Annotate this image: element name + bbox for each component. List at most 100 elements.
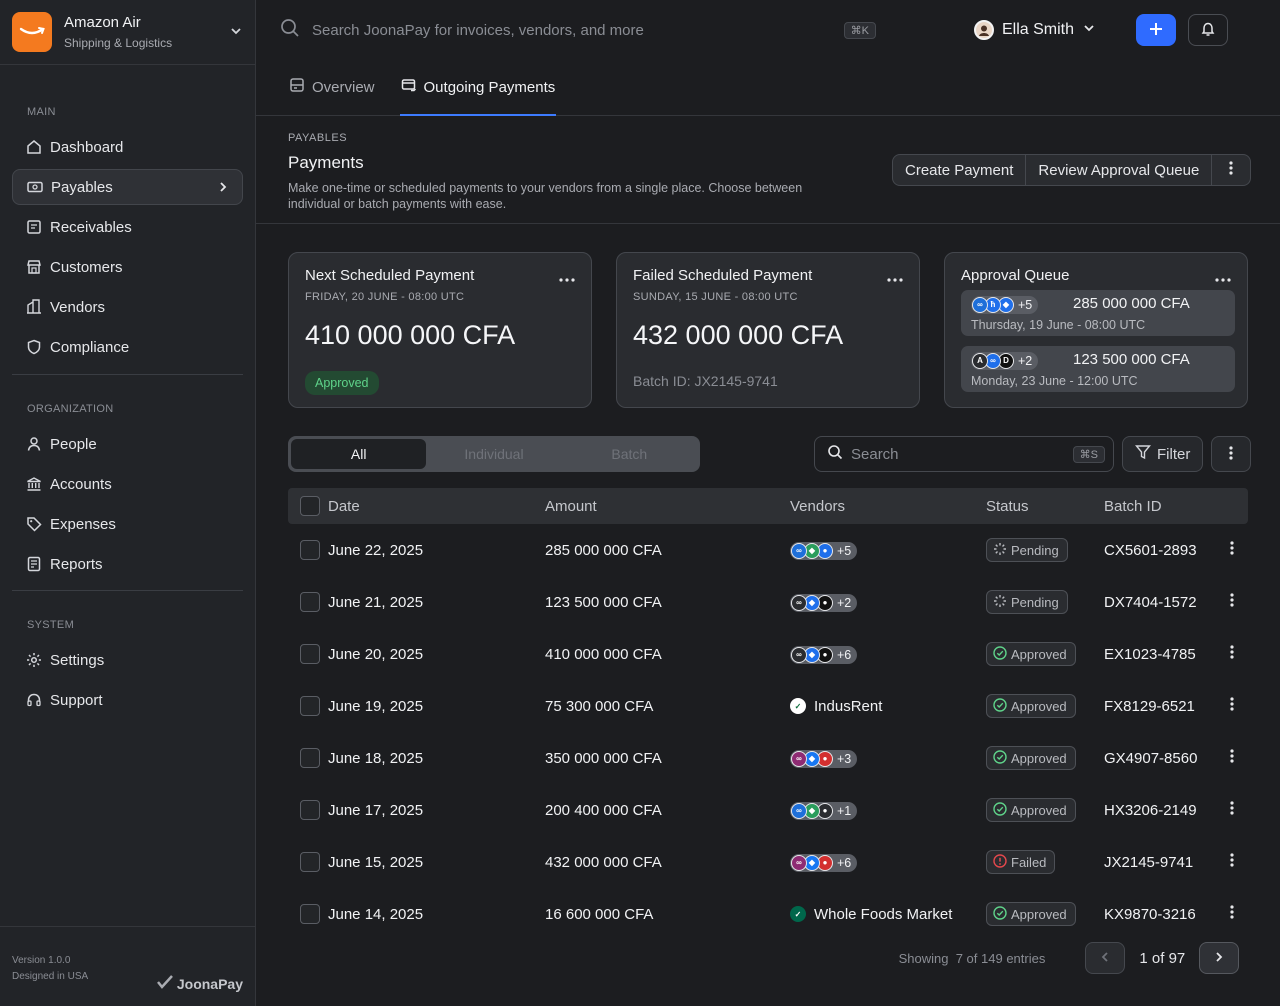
cell-date: June 15, 2025 <box>328 853 424 871</box>
vendor-avatar: ∞ <box>791 542 807 559</box>
filter-button[interactable]: Filter <box>1122 436 1204 472</box>
sidebar-item-dashboard[interactable]: Dashboard <box>12 129 243 165</box>
sidebar-item-vendors[interactable]: Vendors <box>12 289 243 325</box>
table-row[interactable]: June 22, 2025 285 000 000 CFA ∞ ◆ ● +5 Pend… <box>288 524 1248 576</box>
notifications-button[interactable] <box>1188 14 1229 46</box>
sidebar-item-accounts[interactable]: Accounts <box>12 466 243 502</box>
vendor-avatars: ∞ ◆ ● +6 <box>790 853 858 872</box>
org-switcher[interactable]: Amazon Air Shipping & Logistics <box>0 0 255 65</box>
row-checkbox[interactable] <box>300 592 320 612</box>
brand-name: JoonaPay <box>176 975 243 992</box>
row-checkbox[interactable] <box>300 904 320 924</box>
sidebar-item-settings[interactable]: Settings <box>12 642 243 678</box>
table-row[interactable]: June 14, 2025 16 600 000 CFA ✓ Whole Foo… <box>288 888 1248 940</box>
row-checkbox[interactable] <box>300 540 320 560</box>
chevron-down-icon[interactable] <box>229 24 243 41</box>
table-row[interactable]: June 21, 2025 123 500 000 CFA ∞ ◆ ● +2 Pend… <box>288 576 1248 628</box>
row-more-button[interactable] <box>1216 540 1248 560</box>
segment-all[interactable]: All <box>291 439 427 469</box>
main-content: Search JoonaPay for invoices, vendors, a… <box>256 0 1280 1006</box>
sidebar-item-expenses[interactable]: Expenses <box>12 506 243 542</box>
column-header-vendors[interactable]: Vendors <box>790 498 986 515</box>
user-menu[interactable]: Ella Smith <box>974 20 1096 40</box>
row-more-button[interactable] <box>1216 800 1248 820</box>
row-more-button[interactable] <box>1216 904 1248 924</box>
tab-overview[interactable]: Overview <box>288 60 376 116</box>
sidebar-item-people[interactable]: People <box>12 426 243 462</box>
status-label: Pending <box>1011 542 1059 558</box>
more-vertical-icon <box>1229 445 1233 464</box>
segment-batch[interactable]: Batch <box>562 439 697 469</box>
vendor-more-count: +6 <box>837 855 852 870</box>
select-all-checkbox[interactable] <box>300 496 320 516</box>
row-checkbox[interactable] <box>300 800 320 820</box>
row-checkbox[interactable] <box>300 748 320 768</box>
table-row[interactable]: June 17, 2025 200 400 000 CFA ∞ ◆ ● +1 Appr… <box>288 784 1248 836</box>
column-header-batch-id[interactable]: Batch ID <box>1104 498 1216 515</box>
tab-label: Overview <box>312 78 375 96</box>
sidebar-item-receivables[interactable]: Receivables <box>12 209 243 245</box>
vendor-more-count: +1 <box>837 803 852 818</box>
vendor-avatars: ∞ ◆ ● +1 <box>790 801 858 820</box>
global-search[interactable]: Search JoonaPay for invoices, vendors, a… <box>280 18 876 42</box>
cell-status: Approved <box>986 902 1104 926</box>
approval-queue-item[interactable]: A ∞ D +2 123 500 000 CFA Monday, 23 June… <box>961 346 1235 392</box>
create-payment-button[interactable]: Create Payment <box>893 155 1027 185</box>
sidebar-item-label: Dashboard <box>50 138 124 156</box>
table-row[interactable]: June 18, 2025 350 000 000 CFA ∞ ◆ ● +3 Appr… <box>288 732 1248 784</box>
approval-queue-item[interactable]: ∞ ħ ◆ +5 285 000 000 CFA Thursday, 19 Ju… <box>961 290 1235 336</box>
page-indicator: 1 of 97 <box>1139 949 1186 967</box>
table-row[interactable]: June 15, 2025 432 000 000 CFA ∞ ◆ ● +6 Fail… <box>288 836 1248 888</box>
sidebar-item-compliance[interactable]: Compliance <box>12 329 243 365</box>
avatar <box>974 20 994 40</box>
next-page-button[interactable] <box>1199 942 1240 974</box>
wallet-icon <box>289 77 305 97</box>
building-icon <box>26 299 42 315</box>
row-more-button[interactable] <box>1216 644 1248 664</box>
failed-scheduled-payment-card[interactable]: Failed Scheduled Payment SUNDAY, 15 JUNE… <box>616 252 920 408</box>
search-placeholder: Search JoonaPay for invoices, vendors, a… <box>312 21 644 39</box>
approval-queue-card[interactable]: Approval Queue ∞ ħ ◆ +5 285 000 000 CFA … <box>944 252 1248 408</box>
status-label: Approved <box>1011 646 1067 662</box>
row-more-button[interactable] <box>1216 852 1248 872</box>
column-header-date[interactable]: Date <box>328 498 545 515</box>
check-circle-icon <box>993 645 1007 663</box>
vendor-more-count: +6 <box>837 647 852 662</box>
nav-section-organization: ORGANIZATION <box>27 403 114 415</box>
more-horizontal-icon[interactable] <box>559 269 575 285</box>
sidebar-item-reports[interactable]: Reports <box>12 546 243 582</box>
prev-page-button[interactable] <box>1085 942 1126 974</box>
table-row[interactable]: June 19, 2025 75 300 000 CFA ✓ IndusRent… <box>288 680 1248 732</box>
sidebar-item-label: Settings <box>50 651 105 669</box>
row-checkbox[interactable] <box>300 852 320 872</box>
column-header-status[interactable]: Status <box>986 498 1104 515</box>
row-more-button[interactable] <box>1216 748 1248 768</box>
column-header-amount[interactable]: Amount <box>545 498 790 515</box>
review-approval-queue-button[interactable]: Review Approval Queue <box>1026 155 1213 185</box>
tab-outgoing-payments[interactable]: Outgoing Payments <box>399 60 557 116</box>
next-scheduled-payment-card[interactable]: Next Scheduled Payment FRIDAY, 20 JUNE -… <box>288 252 592 408</box>
vendor-avatars: ∞ ◆ ● +2 <box>790 593 858 612</box>
plus-icon <box>1149 22 1163 39</box>
sidebar-item-payables[interactable]: Payables <box>12 169 243 205</box>
more-horizontal-icon[interactable] <box>887 269 903 285</box>
receipt-icon <box>26 219 42 235</box>
more-horizontal-icon[interactable] <box>1215 269 1231 285</box>
check-circle-icon <box>993 749 1007 767</box>
sidebar-item-support[interactable]: Support <box>12 682 243 718</box>
check-circle-icon <box>993 905 1007 923</box>
segment-individual[interactable]: Individual <box>426 439 561 469</box>
table-more-button[interactable] <box>1211 436 1252 472</box>
more-vertical-icon <box>1230 592 1234 612</box>
more-actions-button[interactable] <box>1212 155 1250 185</box>
add-button[interactable] <box>1136 14 1177 46</box>
vendor-more-count: +5 <box>837 543 852 558</box>
row-checkbox[interactable] <box>300 696 320 716</box>
row-checkbox[interactable] <box>300 644 320 664</box>
cell-status: Approved <box>986 746 1104 770</box>
sidebar-item-customers[interactable]: Customers <box>12 249 243 285</box>
table-search-input[interactable]: Search ⌘S <box>814 436 1114 472</box>
row-more-button[interactable] <box>1216 696 1248 716</box>
row-more-button[interactable] <box>1216 592 1248 612</box>
table-row[interactable]: June 20, 2025 410 000 000 CFA ∞ ◆ ● +6 Appr… <box>288 628 1248 680</box>
